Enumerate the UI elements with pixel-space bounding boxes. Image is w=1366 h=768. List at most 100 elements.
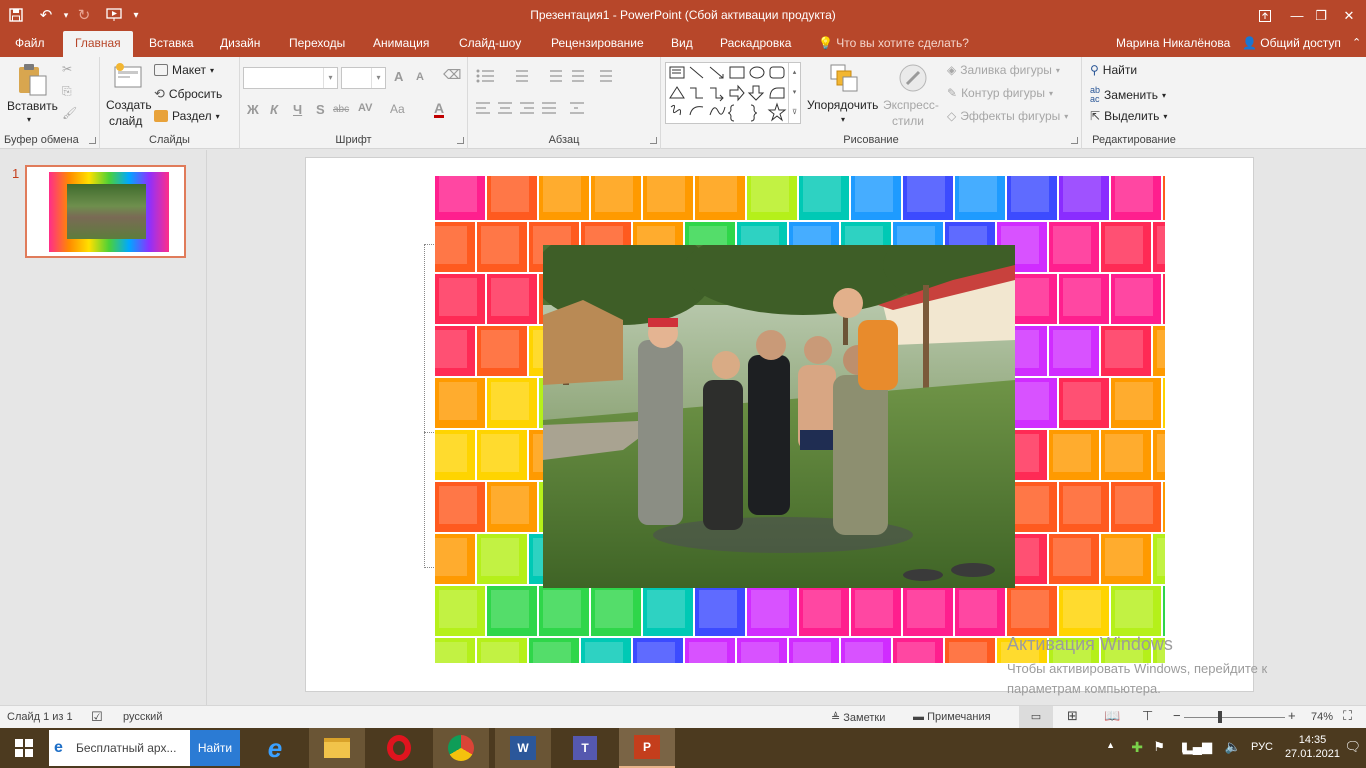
teams-icon[interactable]: T xyxy=(557,728,613,768)
close-button[interactable]: ✕ xyxy=(1326,0,1366,31)
clipboard-launcher-icon[interactable] xyxy=(89,137,96,144)
find-button[interactable]: ⚲ Найти xyxy=(1090,63,1137,77)
arrange-icon[interactable] xyxy=(828,62,860,94)
paste-dropdown-icon[interactable]: ▾ xyxy=(27,115,31,124)
quick-styles-label-1[interactable]: Экспресс- xyxy=(883,98,939,112)
tab-review[interactable]: Рецензирование xyxy=(551,31,644,57)
children-photo-image[interactable] xyxy=(543,245,1015,588)
user-name[interactable]: Марина Никалёнова xyxy=(1116,31,1230,56)
network-icon[interactable]: ▂▄▆ xyxy=(1183,739,1212,755)
reading-view-icon[interactable]: 📖 xyxy=(1104,708,1120,724)
new-slide-icon[interactable] xyxy=(112,61,144,93)
char-spacing-button[interactable]: AV xyxy=(358,102,372,114)
file-explorer-icon[interactable] xyxy=(309,728,365,768)
start-button[interactable] xyxy=(0,728,48,768)
shapes-gallery[interactable]: ▴ ▾ ⊽ xyxy=(665,62,801,124)
arrange-dropdown-icon[interactable]: ▾ xyxy=(841,115,845,124)
input-language[interactable]: РУС xyxy=(1251,741,1273,753)
collapse-ribbon-icon[interactable]: ⌃ xyxy=(1352,31,1361,57)
gallery-up-icon[interactable]: ▴ xyxy=(789,63,800,83)
tab-design[interactable]: Дизайн xyxy=(220,31,260,57)
slide-counter[interactable]: Слайд 1 из 1 xyxy=(7,711,73,723)
new-slide-label-2[interactable]: слайд xyxy=(109,114,142,128)
shape-outline-button[interactable]: ✎ Контур фигуры ▾ xyxy=(947,86,1053,100)
reset-button[interactable]: ⟲ Сбросить xyxy=(154,86,222,102)
tab-view[interactable]: Вид xyxy=(671,31,693,57)
zoom-slider-thumb[interactable] xyxy=(1218,711,1222,723)
paste-button[interactable]: Вставить xyxy=(7,99,58,113)
section-button[interactable]: Раздел ▾ xyxy=(154,109,220,123)
bold-button[interactable]: Ж xyxy=(247,102,259,117)
shape-effects-button[interactable]: ◇ Эффекты фигуры ▾ xyxy=(947,109,1068,123)
zoom-level[interactable]: 74% xyxy=(1311,711,1333,723)
text-shadow-button[interactable]: S xyxy=(316,102,325,117)
ie-icon[interactable]: e xyxy=(247,728,303,768)
layout-button[interactable]: Макет ▾ xyxy=(154,63,214,77)
font-family-combo[interactable]: ▾ xyxy=(243,67,338,89)
zoom-slider-track[interactable] xyxy=(1184,717,1285,718)
slideshow-view-icon[interactable]: ⊤ xyxy=(1142,708,1153,724)
strikethrough-button[interactable]: abc xyxy=(333,104,349,115)
normal-view-icon[interactable]: ▭ xyxy=(1019,706,1053,728)
tab-animations[interactable]: Анимация xyxy=(373,31,429,57)
font-size-combo[interactable]: ▾ xyxy=(341,67,386,89)
shapes-gallery-scroll[interactable]: ▴ ▾ ⊽ xyxy=(788,63,800,123)
shrink-font-button[interactable]: A xyxy=(416,71,424,83)
change-case-button[interactable]: Aa xyxy=(390,102,405,116)
spellcheck-icon[interactable]: ☑ xyxy=(91,709,103,725)
word-icon[interactable]: W xyxy=(495,728,551,768)
comments-button[interactable]: ▬ Примечания xyxy=(913,711,991,723)
tray-overflow-icon[interactable]: ▲ xyxy=(1106,740,1115,750)
select-button[interactable]: ⇱ Выделить ▾ xyxy=(1090,109,1167,123)
font-color-button[interactable]: A xyxy=(434,101,445,118)
share-button[interactable]: 👤 Общий доступ xyxy=(1242,31,1341,56)
tray-app-icon[interactable]: ✚ xyxy=(1131,739,1143,756)
cut-icon[interactable]: ✂ xyxy=(62,62,72,76)
search-button[interactable]: Найти xyxy=(190,730,240,766)
tab-file[interactable]: Файл xyxy=(15,31,45,57)
clear-formatting-icon[interactable]: ⌫ xyxy=(443,67,461,83)
zoom-in-button[interactable]: + xyxy=(1288,708,1296,723)
paste-icon[interactable] xyxy=(16,63,48,96)
quick-styles-icon[interactable] xyxy=(897,62,929,94)
arrange-button[interactable]: Упорядочить xyxy=(807,98,878,112)
font-launcher-icon[interactable] xyxy=(457,137,464,144)
tab-slideshow[interactable]: Слайд-шоу xyxy=(459,31,521,57)
quick-styles-label-2[interactable]: стили xyxy=(892,114,924,128)
replace-button[interactable]: ab ac Заменить ▾ xyxy=(1090,86,1166,104)
flag-icon[interactable]: ⚑ xyxy=(1153,739,1165,755)
gallery-down-icon[interactable]: ▾ xyxy=(789,83,800,103)
format-painter-icon[interactable]: 🖌 xyxy=(62,106,77,120)
tell-me-box[interactable]: 💡 Что вы хотите сделать? xyxy=(818,31,969,57)
powerpoint-taskbar-icon[interactable]: P xyxy=(619,728,675,768)
italic-button[interactable]: К xyxy=(270,102,278,117)
gallery-more-icon[interactable]: ⊽ xyxy=(789,103,800,123)
slide-thumbnail[interactable] xyxy=(25,165,186,258)
underline-button[interactable]: Ч xyxy=(293,102,302,117)
zoom-out-button[interactable]: − xyxy=(1173,708,1181,723)
share-label: Общий доступ xyxy=(1260,36,1341,50)
tab-insert[interactable]: Вставка xyxy=(149,31,194,57)
opera-icon[interactable] xyxy=(371,728,427,768)
paragraph-controls-icon[interactable] xyxy=(474,65,654,115)
fit-slide-icon[interactable]: ⛶ xyxy=(1343,708,1352,724)
volume-icon[interactable]: 🔈 xyxy=(1225,739,1241,755)
tab-transitions[interactable]: Переходы xyxy=(289,31,345,57)
language-status[interactable]: русский xyxy=(123,711,162,723)
notifications-icon[interactable]: 🗨 xyxy=(1344,739,1361,755)
slide-sorter-icon[interactable]: ⊞ xyxy=(1067,708,1078,724)
grow-font-button[interactable]: A xyxy=(394,69,403,84)
taskbar-search[interactable]: e Бесплатный арх... Найти xyxy=(49,730,240,766)
new-slide-label-1[interactable]: Создать xyxy=(106,98,152,112)
tab-storyboard[interactable]: Раскадровка xyxy=(720,31,791,57)
copy-icon[interactable]: ⎘ xyxy=(62,84,72,99)
clock[interactable]: 14:35 27.01.2021 xyxy=(1285,733,1340,761)
shape-fill-button[interactable]: ◈ Заливка фигуры ▾ xyxy=(947,63,1060,77)
tab-home[interactable]: Главная xyxy=(63,31,133,57)
drawing-launcher-icon[interactable] xyxy=(1071,137,1078,144)
paragraph-launcher-icon[interactable] xyxy=(650,137,657,144)
shapes-gallery-icons[interactable] xyxy=(668,65,790,123)
notes-button[interactable]: ≜ Заметки xyxy=(831,711,885,724)
chrome-icon[interactable] xyxy=(433,728,489,768)
cube-tile xyxy=(747,586,797,636)
